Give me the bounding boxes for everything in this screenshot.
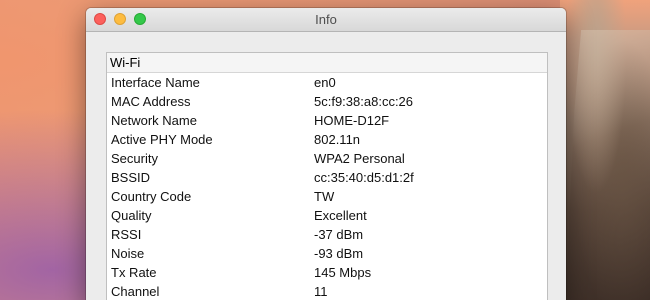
row-label: BSSID [111, 170, 151, 185]
wallpaper-mountain-ridge [566, 30, 650, 300]
desktop-wallpaper: Info Wi-Fi Interface Name en0 MAC Addres… [0, 0, 650, 300]
row-value: 145 Mbps [314, 265, 372, 280]
row-label: Active PHY Mode [111, 132, 213, 147]
row-label: Tx Rate [111, 265, 157, 280]
row-value: -37 dBm [314, 227, 364, 242]
row-label: Quality [111, 208, 152, 223]
row-label: Interface Name [111, 75, 200, 90]
row-label: RSSI [111, 227, 142, 242]
row-value: -93 dBm [314, 246, 364, 261]
row-country-code: Country Code TW [107, 187, 547, 206]
row-value: 802.11n [314, 132, 361, 147]
row-active-phy-mode: Active PHY Mode 802.11n [107, 130, 547, 149]
window-titlebar[interactable]: Info [86, 8, 566, 32]
row-network-name: Network Name HOME-D12F [107, 111, 547, 130]
row-label: Security [111, 151, 158, 166]
row-value: Excellent [314, 208, 367, 223]
row-label: Noise [111, 246, 145, 261]
row-channel: Channel 11 [107, 282, 547, 300]
row-mac-address: MAC Address 5c:f9:38:a8:cc:26 [107, 92, 547, 111]
row-security: Security WPA2 Personal [107, 149, 547, 168]
section-header-wifi: Wi-Fi [107, 53, 547, 73]
info-window: Info Wi-Fi Interface Name en0 MAC Addres… [86, 8, 566, 300]
wallpaper-mountain [560, 0, 650, 300]
row-value: 11 [314, 284, 328, 299]
row-label: Network Name [111, 113, 197, 128]
row-value: WPA2 Personal [314, 151, 405, 166]
row-interface-name: Interface Name en0 [107, 73, 547, 92]
row-value: 5c:f9:38:a8:cc:26 [314, 94, 414, 109]
row-noise: Noise -93 dBm [107, 244, 547, 263]
row-rssi: RSSI -37 dBm [107, 225, 547, 244]
window-title: Info [315, 12, 337, 27]
row-quality: Quality Excellent [107, 206, 547, 225]
row-label: MAC Address [111, 94, 191, 109]
row-value: cc:35:40:d5:d1:2f [314, 170, 414, 185]
row-label: Channel [111, 284, 160, 299]
row-tx-rate: Tx Rate 145 Mbps [107, 263, 547, 282]
info-panel: Wi-Fi Interface Name en0 MAC Address 5c:… [106, 52, 548, 300]
row-value: HOME-D12F [314, 113, 390, 128]
row-label: Country Code [111, 189, 192, 204]
row-value: TW [314, 189, 335, 204]
row-value: en0 [314, 75, 336, 90]
row-bssid: BSSID cc:35:40:d5:d1:2f [107, 168, 547, 187]
